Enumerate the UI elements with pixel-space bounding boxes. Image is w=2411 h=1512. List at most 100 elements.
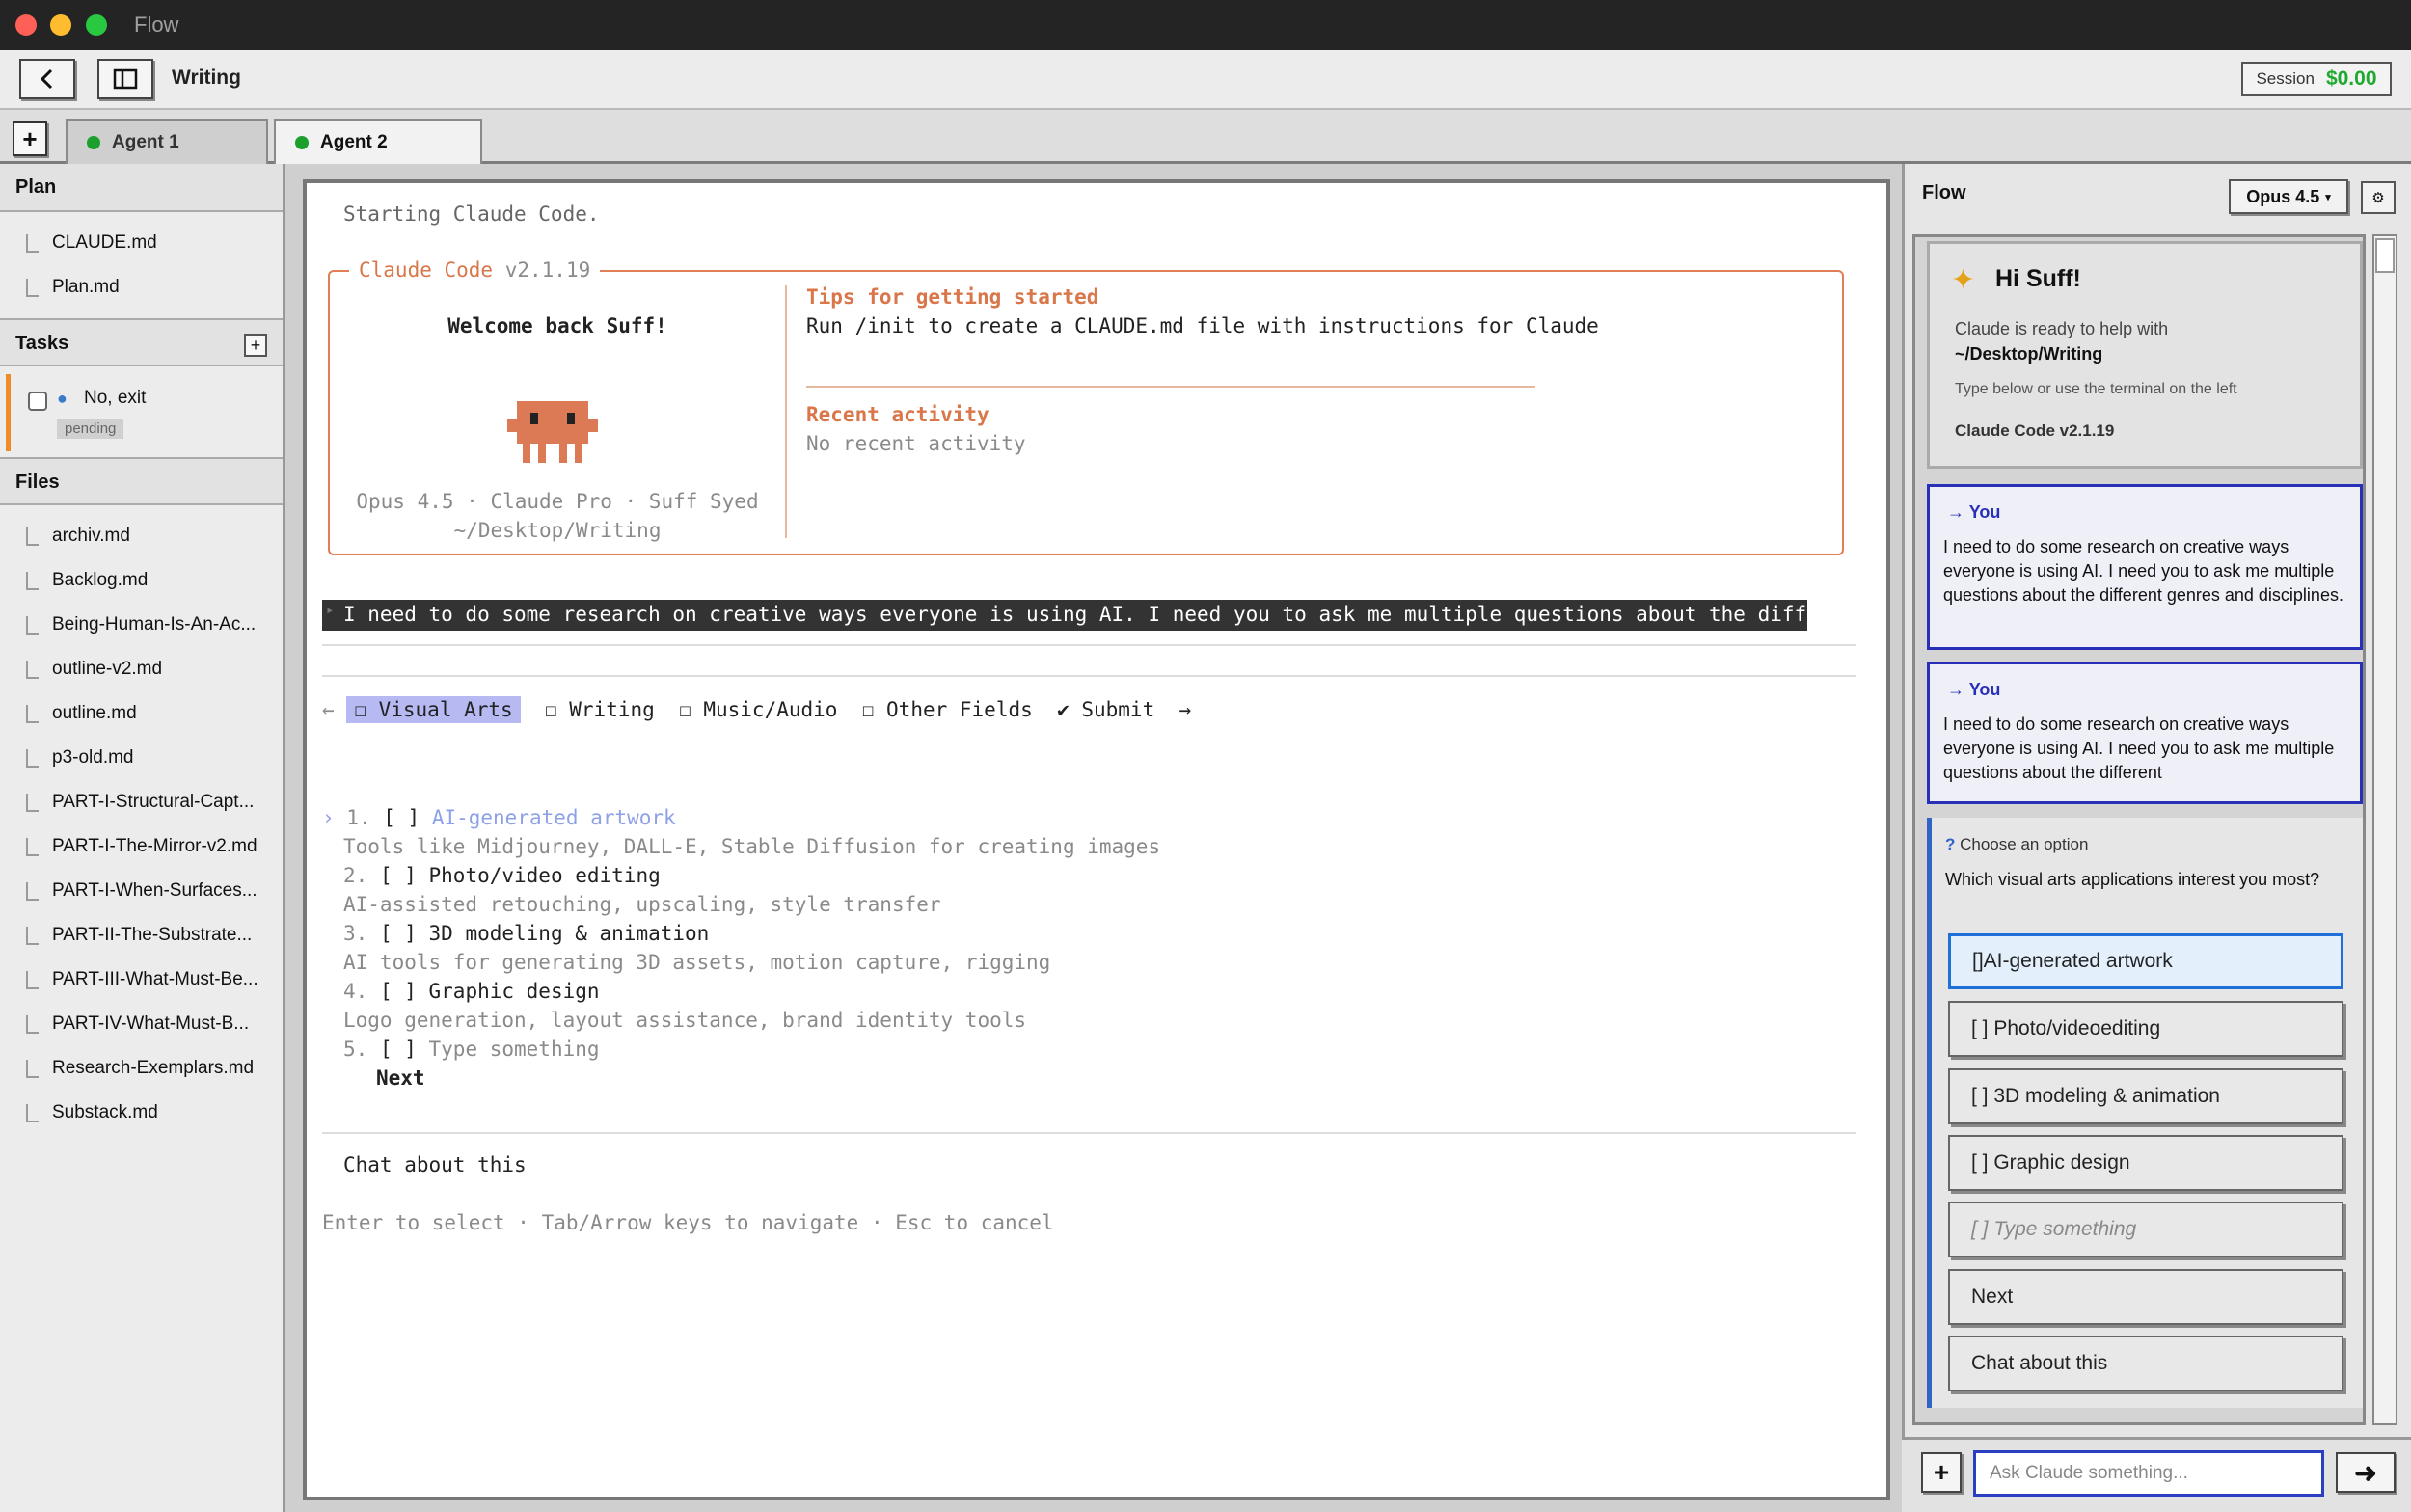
option-1[interactable]: › 1. [ ] AI-generated artwork: [322, 806, 676, 829]
task-item[interactable]: ● No, exit pending: [6, 374, 283, 451]
file-name: PART-I-The-Mirror-v2.md: [52, 836, 257, 856]
qtab-submit[interactable]: ✔ Submit: [1057, 698, 1154, 721]
option-button[interactable]: [ ] 3D modeling & animation: [1948, 1068, 2343, 1124]
tips-text: Run /init to create a CLAUDE.md file wit…: [806, 314, 1599, 338]
status-dot: [295, 135, 309, 149]
option-2[interactable]: 2. [ ] Photo/video editing: [343, 864, 661, 887]
recent-title: Recent activity: [806, 403, 989, 426]
attach-button[interactable]: +: [1921, 1452, 1962, 1493]
close-window-button[interactable]: [15, 14, 37, 36]
minimize-window-button[interactable]: [50, 14, 71, 36]
version-text: Claude Code v2.1.19: [1955, 421, 2115, 440]
option-button[interactable]: [ ] Graphic design: [1948, 1135, 2343, 1191]
terminal[interactable]: Starting Claude Code. Claude Code v2.1.1…: [303, 179, 1890, 1500]
zoom-window-button[interactable]: [86, 14, 107, 36]
tab-agent-1[interactable]: Agent 1: [66, 119, 268, 164]
question-tabs: ← ☐ Visual Arts ☐ Writing ☐ Music/Audio …: [322, 696, 1191, 723]
message-text: I need to do some research on creative w…: [1943, 537, 2343, 605]
file-name: Plan.md: [52, 277, 120, 297]
file-name: archiv.md: [52, 526, 130, 546]
file-item[interactable]: Backlog.md: [23, 563, 148, 598]
file-item[interactable]: PART-I-The-Mirror-v2.md: [23, 829, 257, 864]
user-message: → You I need to do some research on crea…: [1927, 484, 2363, 650]
session-label: Session: [2256, 69, 2315, 88]
option-button[interactable]: []AI-generated artwork: [1948, 933, 2343, 989]
file-item[interactable]: PART-I-When-Surfaces...: [23, 874, 257, 908]
file-name: Substack.md: [52, 1102, 158, 1122]
settings-button[interactable]: ⚙: [2361, 181, 2396, 214]
divider: [322, 644, 1856, 646]
model-label: Opus 4.5: [2246, 186, 2320, 206]
message-text: I need to do some research on creative w…: [1943, 715, 2335, 782]
question-icon: ?: [1945, 835, 1956, 853]
plan-item[interactable]: CLAUDE.md: [23, 226, 157, 260]
option-button[interactable]: [ ] Type something: [1948, 1202, 2343, 1257]
arrow-right-icon: →: [1947, 680, 1964, 699]
ask-input[interactable]: [1973, 1450, 2324, 1497]
file-item[interactable]: Substack.md: [23, 1095, 158, 1130]
task-label: No, exit: [84, 388, 147, 408]
option-label: AI-generated artwork: [431, 806, 676, 829]
file-item[interactable]: outline-v2.md: [23, 652, 162, 687]
file-item[interactable]: PART-III-What-Must-Be...: [23, 962, 258, 997]
file-icon: [23, 880, 41, 902]
task-checkbox[interactable]: [28, 392, 47, 411]
add-agent-button[interactable]: +: [13, 122, 47, 156]
chat-scrollbar[interactable]: [2372, 234, 2397, 1425]
option-label: 3D modeling & animation: [428, 922, 710, 945]
file-item[interactable]: PART-II-The-Substrate...: [23, 918, 252, 953]
option-button[interactable]: [ ] Photo/videoediting: [1948, 1001, 2343, 1057]
sidebar-icon: [113, 68, 138, 90]
path-text: ~/Desktop/Writing: [453, 519, 662, 542]
option-desc: Logo generation, layout assistance, bran…: [343, 1009, 1027, 1032]
chat-option[interactable]: Chat about this: [343, 1153, 527, 1176]
option-5[interactable]: 5. [ ] Type something: [343, 1038, 600, 1061]
option-number: 5.: [343, 1038, 368, 1061]
author-name: You: [1968, 680, 2001, 699]
status-badge: pending: [57, 418, 124, 439]
option-label: Photo/video editing: [428, 864, 661, 887]
qtab-music-audio[interactable]: ☐ Music/Audio: [679, 698, 837, 721]
file-item[interactable]: Research-Exemplars.md: [23, 1051, 254, 1086]
recent-text: No recent activity: [806, 432, 1026, 455]
file-name: outline.md: [52, 703, 137, 723]
tab-agent-2[interactable]: Agent 2: [274, 119, 482, 164]
hint-text: Type below or use the terminal on the le…: [1955, 381, 2237, 397]
file-name: Being-Human-Is-An-Ac...: [52, 614, 257, 634]
file-item[interactable]: p3-old.md: [23, 741, 134, 775]
back-button[interactable]: [19, 59, 75, 99]
start-text: Starting Claude Code.: [343, 202, 600, 226]
file-item[interactable]: outline.md: [23, 696, 137, 731]
session-cost-badge: Session $0.00: [2241, 62, 2392, 96]
scrollbar-thumb[interactable]: [2375, 238, 2395, 273]
plan-item[interactable]: Plan.md: [23, 270, 120, 305]
keyboard-hint: Enter to select · Tab/Arrow keys to navi…: [322, 1211, 1054, 1234]
chat-about-button[interactable]: Chat about this: [1948, 1336, 2343, 1391]
message-author: → You: [1947, 680, 2000, 700]
file-name: CLAUDE.md: [52, 232, 157, 253]
qtab-writing[interactable]: ☐ Writing: [545, 698, 655, 721]
file-icon: [23, 703, 41, 724]
option-3[interactable]: 3. [ ] 3D modeling & animation: [343, 922, 709, 945]
welcome-box: Claude Code v2.1.19 Welcome back Suff! O…: [328, 258, 1844, 555]
file-item[interactable]: Being-Human-Is-An-Ac...: [23, 608, 256, 642]
section-title: Files: [15, 472, 60, 493]
section-title: Plan: [15, 176, 57, 198]
send-button[interactable]: ➜: [2336, 1452, 2396, 1493]
file-name: PART-IV-What-Must-B...: [52, 1013, 250, 1034]
model-select[interactable]: Opus 4.5 ▾: [2229, 179, 2348, 214]
file-item[interactable]: PART-I-Structural-Capt...: [23, 785, 254, 820]
box-version: v2.1.19: [504, 258, 591, 282]
option-4[interactable]: 4. [ ] Graphic design: [343, 980, 600, 1003]
file-item[interactable]: archiv.md: [23, 519, 130, 554]
toggle-sidebar-button[interactable]: [97, 59, 153, 99]
file-icon: [23, 277, 41, 298]
file-icon: [23, 747, 41, 769]
qtab-visual-arts[interactable]: ☐ Visual Arts: [346, 696, 521, 723]
qtab-other-fields[interactable]: ☐ Other Fields: [862, 698, 1033, 721]
file-icon: [23, 925, 41, 946]
add-task-button[interactable]: +: [244, 334, 267, 357]
file-item[interactable]: PART-IV-What-Must-B...: [23, 1007, 249, 1041]
next-option[interactable]: Next: [376, 1066, 425, 1090]
next-button[interactable]: Next: [1948, 1269, 2343, 1325]
